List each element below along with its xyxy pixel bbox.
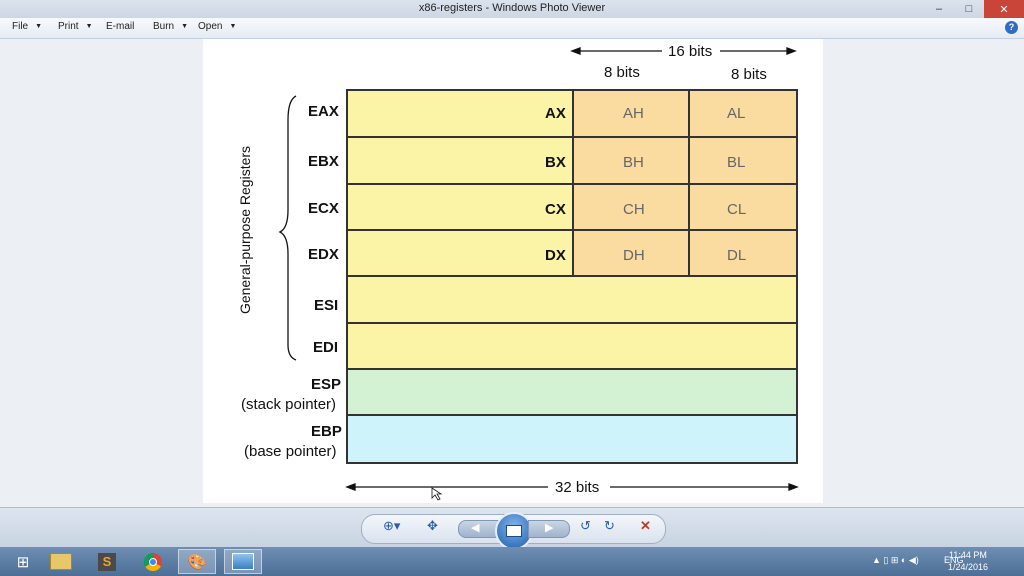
taskbar: ⊞ S 🎨 ▲ ▯ ⊞ ◐ ◀) ENG 11:44 PM 1/24/2016	[0, 547, 1024, 576]
chrome-icon[interactable]	[134, 549, 172, 574]
sublime-glyph: S	[98, 552, 116, 571]
next-button[interactable]: ▶	[528, 520, 570, 538]
dh-label: DH	[623, 247, 645, 264]
edi-cell	[346, 322, 798, 370]
folder-shape	[50, 553, 72, 570]
cx-label: CX	[545, 201, 566, 218]
bx-label: BX	[545, 154, 566, 171]
ebp-cell	[346, 414, 798, 464]
delete-icon[interactable]: ✕	[640, 518, 651, 534]
esp-cell	[346, 368, 798, 416]
ah-label: AH	[623, 105, 644, 122]
dl-label: DL	[727, 247, 747, 264]
dx-label: DX	[545, 247, 566, 264]
esi-cell	[346, 275, 798, 324]
rotate-clockwise-icon[interactable]: ↻	[604, 518, 615, 534]
thirtytwo-bits-label: 32 bits	[555, 479, 600, 496]
photo-glyph	[232, 553, 254, 570]
clock-date: 1/24/2016	[947, 562, 988, 572]
windows-start-icon[interactable]: ⊞	[4, 549, 42, 574]
esp-description: (stack pointer)	[241, 396, 337, 413]
edi-label: EDI	[313, 339, 339, 356]
ebx-cell	[346, 136, 574, 185]
sublime-text-icon[interactable]: S	[88, 549, 126, 574]
ecx-cell	[346, 183, 574, 231]
ebx-label: EBX	[308, 153, 339, 170]
ebp-label: EBP	[311, 423, 342, 440]
esp-label: ESP	[311, 376, 342, 393]
edx-label: EDX	[308, 246, 339, 263]
clock[interactable]: 11:44 PM 1/24/2016	[948, 549, 988, 573]
actual-size-icon[interactable]: ✥	[427, 518, 438, 534]
eight-bits-low-label: 8 bits	[731, 66, 767, 83]
bh-label: BH	[623, 154, 644, 171]
zoom-icon[interactable]: ⊕▾	[383, 518, 400, 534]
eight-bits-high-label: 8 bits	[604, 64, 640, 81]
al-label: AL	[727, 105, 746, 122]
eax-cell	[346, 89, 574, 138]
eax-label: EAX	[308, 103, 339, 120]
rotate-counterclockwise-icon[interactable]: ↺	[580, 518, 591, 534]
ebp-description: (base pointer)	[244, 443, 337, 460]
paint-icon[interactable]: 🎨	[178, 549, 216, 574]
general-purpose-registers-label: General-purpose Registers	[237, 145, 253, 315]
previous-icon: ◀	[471, 522, 480, 534]
bl-label: BL	[727, 154, 746, 171]
x86-register-diagram: 16 bits 8 bits 8 bits General-purpose Re…	[0, 0, 1024, 507]
photo-viewer-taskbar-icon[interactable]	[224, 549, 262, 574]
clock-time: 11:44 PM	[949, 550, 987, 560]
file-explorer-icon[interactable]	[42, 549, 80, 574]
ax-label: AX	[545, 105, 566, 122]
palette-glyph: 🎨	[187, 553, 207, 571]
slideshow-icon	[506, 525, 522, 537]
sixteen-bits-label: 16 bits	[668, 43, 713, 60]
cl-label: CL	[727, 201, 747, 218]
esi-label: ESI	[314, 297, 339, 314]
ecx-label: ECX	[308, 200, 339, 217]
previous-button[interactable]: ◀	[458, 520, 500, 538]
edx-cell	[346, 229, 574, 277]
ch-label: CH	[623, 201, 645, 218]
tray-icons[interactable]: ▲ ▯ ⊞ ◐ ◀)	[872, 555, 919, 566]
navigation-toolbar: ⊕▾ ✥ ◀ ▶ ↺ ↻ ✕	[0, 507, 1024, 550]
chrome-glyph	[144, 552, 162, 571]
next-icon: ▶	[545, 522, 554, 534]
